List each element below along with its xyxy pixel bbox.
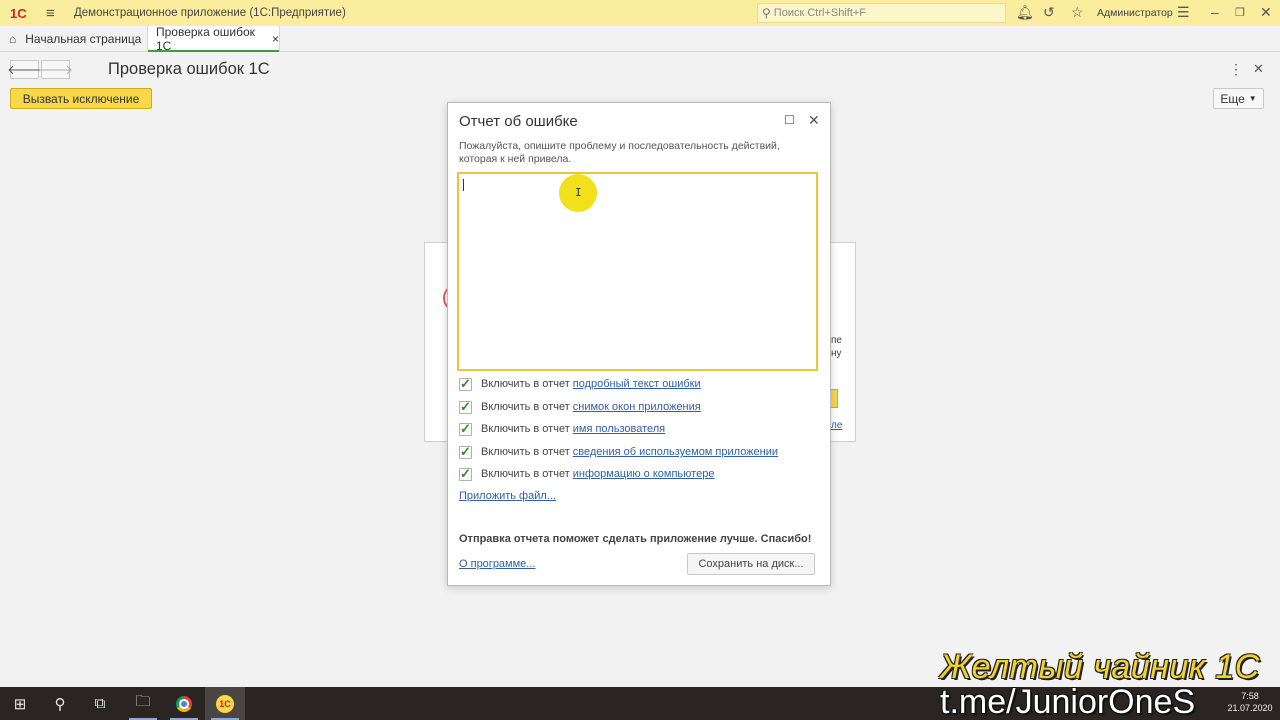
tab-error-check[interactable]: Проверка ошибок 1С × [147, 25, 280, 53]
save-to-disk-button[interactable]: Сохранить на диск... [687, 553, 815, 575]
app-title: Демонстрационное приложение (1С:Предприя… [74, 7, 346, 19]
user-name[interactable]: Администратор [1097, 7, 1173, 19]
attach-file-link[interactable]: Приложить файл... [459, 490, 556, 502]
watermark-title: Желтый чайник 1С [940, 648, 1260, 686]
tab-home-label: Начальная страница [25, 31, 142, 46]
task-view-icon[interactable]: ⧉ [80, 687, 120, 720]
include-username-checkbox[interactable]: Включить в отчет имя пользователя [459, 421, 665, 437]
home-icon: ⌂ [9, 31, 17, 46]
problem-description-textarea[interactable]: I [457, 172, 818, 371]
checkbox-checked-icon[interactable] [459, 421, 472, 437]
app-info-link[interactable]: сведения об используемом приложении [573, 446, 778, 458]
file-explorer-icon[interactable]: 🗀 [123, 687, 163, 720]
bell-icon[interactable]: 🔔︎ [1016, 4, 1034, 21]
search-icon[interactable]: ⚲ [40, 687, 80, 720]
back-button[interactable]: 🡐 [7, 60, 42, 79]
tab-error-check-label: Проверка ошибок 1С [156, 25, 255, 53]
restore-icon[interactable]: ❐ [1235, 6, 1245, 19]
username-link[interactable]: имя пользователя [573, 423, 665, 435]
screenshot-link[interactable]: снимок окон приложения [573, 401, 701, 413]
error-text-link[interactable]: подробный текст ошибки [573, 378, 701, 390]
dialog-title: Отчет об ошибке [459, 113, 578, 130]
favorites-star-icon[interactable]: ☆ [1071, 4, 1084, 21]
window-close-icon[interactable]: ✕ [1260, 4, 1272, 21]
dialog-close-icon[interactable]: ✕ [808, 112, 820, 129]
checkbox-prefix: Включить в отчет [481, 378, 570, 390]
form-close-icon[interactable]: ✕ [1253, 61, 1264, 77]
more-button[interactable]: Еще ▼ [1213, 88, 1264, 109]
checkbox-prefix: Включить в отчет [481, 446, 570, 458]
clock-date: 21.07.2020 [1227, 703, 1273, 713]
main-menu-icon[interactable]: ≡ [46, 5, 62, 22]
settings-menu-icon[interactable]: ☰ [1177, 4, 1190, 21]
forward-button[interactable]: 🡒 [38, 60, 73, 79]
history-icon[interactable]: ↺ [1043, 4, 1055, 21]
background-link-fragment: ле [831, 420, 843, 431]
onec-app-icon[interactable]: 1С [205, 687, 245, 720]
chevron-down-icon: ▼ [1248, 94, 1257, 103]
tab-close-icon[interactable]: × [272, 32, 279, 46]
title-bar: 1С ≡ Демонстрационное приложение (1С:Пре… [0, 0, 1280, 26]
checkbox-checked-icon[interactable] [459, 399, 472, 415]
start-windows-icon[interactable]: ⊞ [0, 687, 40, 720]
app-logo: 1С [10, 5, 27, 21]
checkbox-checked-icon[interactable] [459, 376, 472, 392]
checkbox-prefix: Включить в отчет [481, 401, 570, 413]
background-text-fragment: ну [831, 348, 842, 359]
about-link[interactable]: О программе... [459, 558, 535, 570]
watermark-url: t.me/JuniorOneS [940, 683, 1196, 720]
more-button-label: Еще [1220, 91, 1245, 106]
chrome-icon[interactable] [164, 687, 204, 720]
checkbox-prefix: Включить в отчет [481, 468, 570, 480]
error-report-dialog: Отчет об ошибке ☐ ✕ Пожалуйста, опишите … [447, 102, 831, 586]
dialog-description: Пожалуйста, опишите проблему и последова… [459, 140, 780, 165]
minimize-icon[interactable]: – [1211, 4, 1219, 20]
search-input[interactable]: ⚲ Поиск Ctrl+Shift+F [757, 3, 1006, 23]
tab-home[interactable]: ⌂ Начальная страница [0, 26, 141, 51]
thanks-message: Отправка отчета поможет сделать приложен… [459, 533, 812, 545]
checkbox-checked-icon[interactable] [459, 444, 472, 460]
checkbox-prefix: Включить в отчет [481, 423, 570, 435]
include-computer-info-checkbox[interactable]: Включить в отчет информацию о компьютере [459, 466, 714, 482]
include-app-info-checkbox[interactable]: Включить в отчет сведения об используемо… [459, 444, 778, 460]
include-screenshot-checkbox[interactable]: Включить в отчет снимок окон приложения [459, 399, 701, 415]
system-clock[interactable]: 7:58 21.07.2020 [1225, 690, 1275, 714]
computer-info-link[interactable]: информацию о компьютере [573, 468, 715, 480]
ibeam-cursor-icon: I [575, 186, 582, 199]
tabs-bar: ⌂ Начальная страница Проверка ошибок 1С … [0, 25, 1280, 53]
maximize-icon[interactable]: ☐ [784, 113, 795, 127]
page-title: Проверка ошибок 1С [108, 60, 270, 78]
checkbox-checked-icon[interactable] [459, 466, 472, 482]
search-icon: ⚲ [762, 6, 771, 20]
include-error-text-checkbox[interactable]: Включить в отчет подробный текст ошибки [459, 376, 701, 392]
search-placeholder: Поиск Ctrl+Shift+F [773, 7, 867, 19]
raise-exception-button[interactable]: Вызвать исключение [10, 88, 152, 109]
more-actions-icon[interactable]: ⋮ [1229, 61, 1243, 78]
background-button [830, 389, 838, 408]
text-caret [463, 179, 464, 191]
background-text-fragment: пе [831, 335, 842, 346]
clock-time: 7:58 [1241, 691, 1259, 701]
